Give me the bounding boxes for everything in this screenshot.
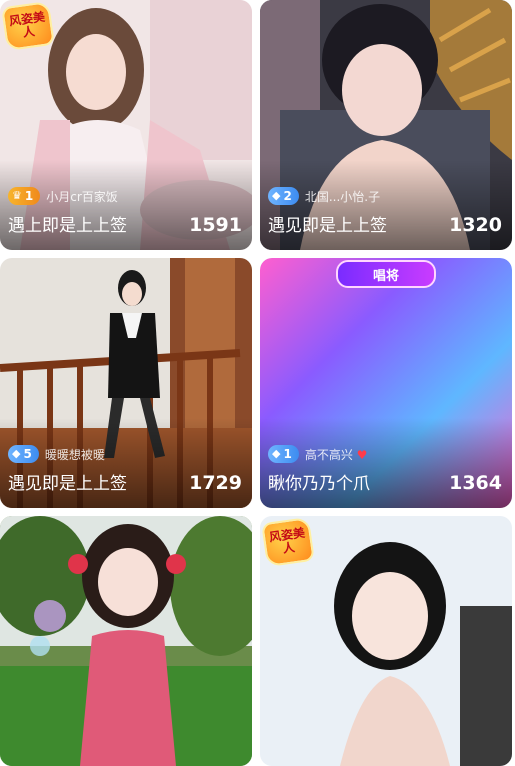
singer-tag: 唱将 <box>336 260 436 288</box>
host-name: 高不高兴 ♥ <box>305 446 368 463</box>
diamond-icon: ◆ <box>272 447 281 460</box>
diamond-icon: ◆ <box>12 447 21 460</box>
host-name-text: 高不高兴 <box>304 447 353 462</box>
heart-icon: ♥ <box>356 447 368 462</box>
level-number: 1 <box>24 189 34 203</box>
room-title: 遇见即是上上签 <box>8 474 127 494</box>
card-meta: ♛ 1 小月cr百家饭 遇上即是上上签 1591 <box>8 187 242 236</box>
card-meta: ◆ 1 高不高兴 ♥ 瞅你乃乃个爪 1364 <box>268 445 502 494</box>
viewer-count: 1591 <box>189 214 242 236</box>
room-title: 瞅你乃乃个爪 <box>268 474 370 494</box>
level-badge: ◆ 5 <box>8 445 39 463</box>
live-room-grid: 风姿美人 ♛ 1 小月cr百家饭 遇上即是上上签 1591 ◆ 2 北国...小… <box>0 0 515 766</box>
host-name: 小月cr百家饭 <box>46 189 118 204</box>
level-badge: ◆ 2 <box>268 187 299 205</box>
card-meta: ◆ 5 暖暖想被暖 遇见即是上上签 1729 <box>8 445 242 494</box>
beauty-tag-badge: 风姿美人 <box>261 516 315 568</box>
level-number: 1 <box>283 447 292 461</box>
live-room-card[interactable]: 风姿美人 ♛ 1 小月cr百家饭 遇上即是上上签 1591 <box>0 0 252 250</box>
room-title: 遇见即是上上签 <box>268 216 387 236</box>
level-number: 5 <box>23 447 32 461</box>
card-meta: ◆ 2 北国...小怡.子 遇见即是上上签 1320 <box>268 187 502 236</box>
beauty-tag-badge: 风姿美人 <box>1 0 55 52</box>
room-title: 遇上即是上上签 <box>8 216 127 236</box>
viewer-count: 1364 <box>449 472 502 494</box>
viewer-count: 1320 <box>449 214 502 236</box>
host-name: 北国...小怡.子 <box>304 189 381 204</box>
level-number: 2 <box>283 189 292 203</box>
room-thumbnail <box>0 516 252 766</box>
level-badge: ◆ 1 <box>268 445 299 463</box>
live-room-card[interactable] <box>0 516 252 766</box>
live-room-card[interactable]: ◆ 5 暖暖想被暖 遇见即是上上签 1729 <box>0 258 252 508</box>
live-room-card[interactable]: ◆ 2 北国...小怡.子 遇见即是上上签 1320 <box>260 0 512 250</box>
crown-icon: ♛ <box>12 189 22 202</box>
host-name: 暖暖想被暖 <box>44 447 105 462</box>
live-room-card[interactable]: 唱将 ◆ 1 高不高兴 ♥ 瞅你乃乃个爪 1364 <box>260 258 512 508</box>
level-badge: ♛ 1 <box>8 187 41 205</box>
diamond-icon: ◆ <box>272 189 281 202</box>
live-room-card[interactable]: 风姿美人 <box>260 516 512 766</box>
viewer-count: 1729 <box>189 472 242 494</box>
